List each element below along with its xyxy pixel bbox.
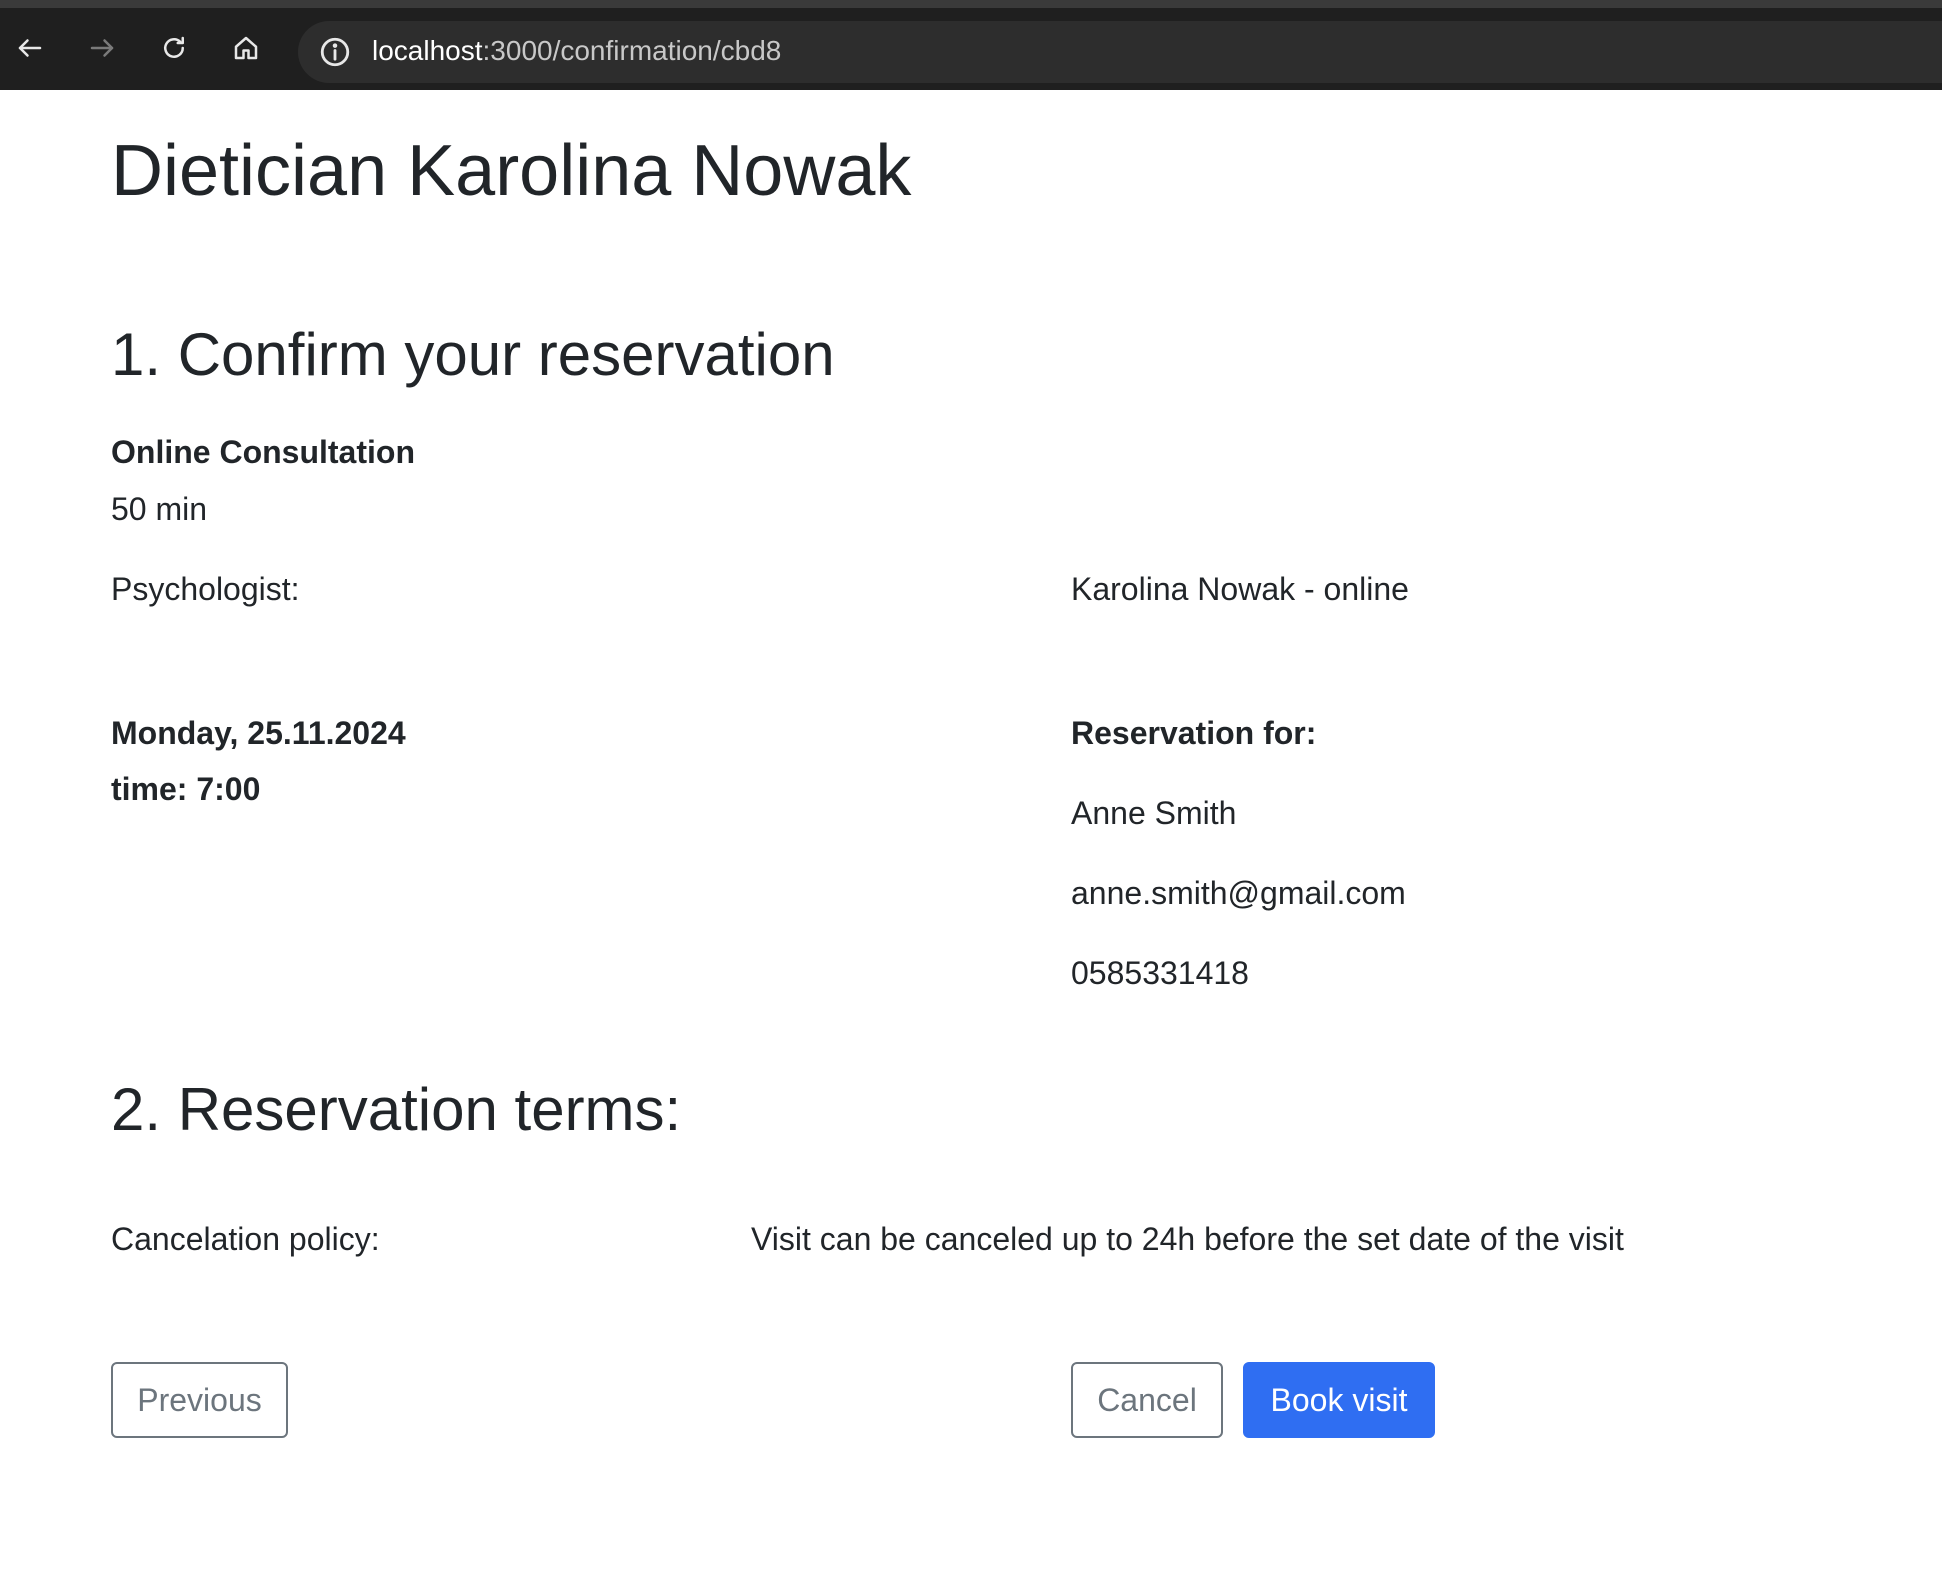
back-arrow-icon[interactable] (10, 28, 50, 68)
terms-section-title: 2. Reservation terms: (111, 1076, 682, 1143)
url-text: localhost:3000/confirmation/cbd8 (372, 35, 781, 67)
confirm-section-title: 1. Confirm your reservation (111, 321, 835, 388)
reservation-for-label: Reservation for: (1071, 715, 1317, 751)
home-icon[interactable] (226, 28, 266, 68)
url-host: localhost (372, 35, 483, 66)
client-phone: 0585331418 (1071, 955, 1249, 991)
previous-button[interactable]: Previous (111, 1362, 288, 1438)
cancelation-policy-value: Visit can be canceled up to 24h before t… (751, 1221, 1624, 1257)
cancel-button[interactable]: Cancel (1071, 1362, 1223, 1438)
page-content: Dietician Karolina Nowak 1. Confirm your… (0, 90, 1942, 1594)
visit-date: Monday, 25.11.2024 (111, 715, 406, 751)
info-icon[interactable] (318, 35, 352, 69)
url-path: :3000/confirmation/cbd8 (482, 35, 782, 66)
visit-time: time: 7:00 (111, 771, 261, 807)
page-title: Dietician Karolina Nowak (111, 131, 912, 211)
specialist-label: Psychologist: (111, 571, 300, 607)
client-email: anne.smith@gmail.com (1071, 875, 1406, 911)
reload-icon[interactable] (154, 28, 194, 68)
book-visit-button[interactable]: Book visit (1243, 1362, 1435, 1438)
forward-arrow-icon[interactable] (82, 28, 122, 68)
service-name: Online Consultation (111, 434, 415, 470)
specialist-value: Karolina Nowak - online (1071, 571, 1409, 607)
cancelation-policy-label: Cancelation policy: (111, 1221, 380, 1257)
browser-toolbar: localhost:3000/confirmation/cbd8 (0, 0, 1942, 90)
service-duration: 50 min (111, 491, 208, 527)
client-name: Anne Smith (1071, 795, 1237, 831)
address-bar[interactable]: localhost:3000/confirmation/cbd8 (298, 21, 1942, 83)
